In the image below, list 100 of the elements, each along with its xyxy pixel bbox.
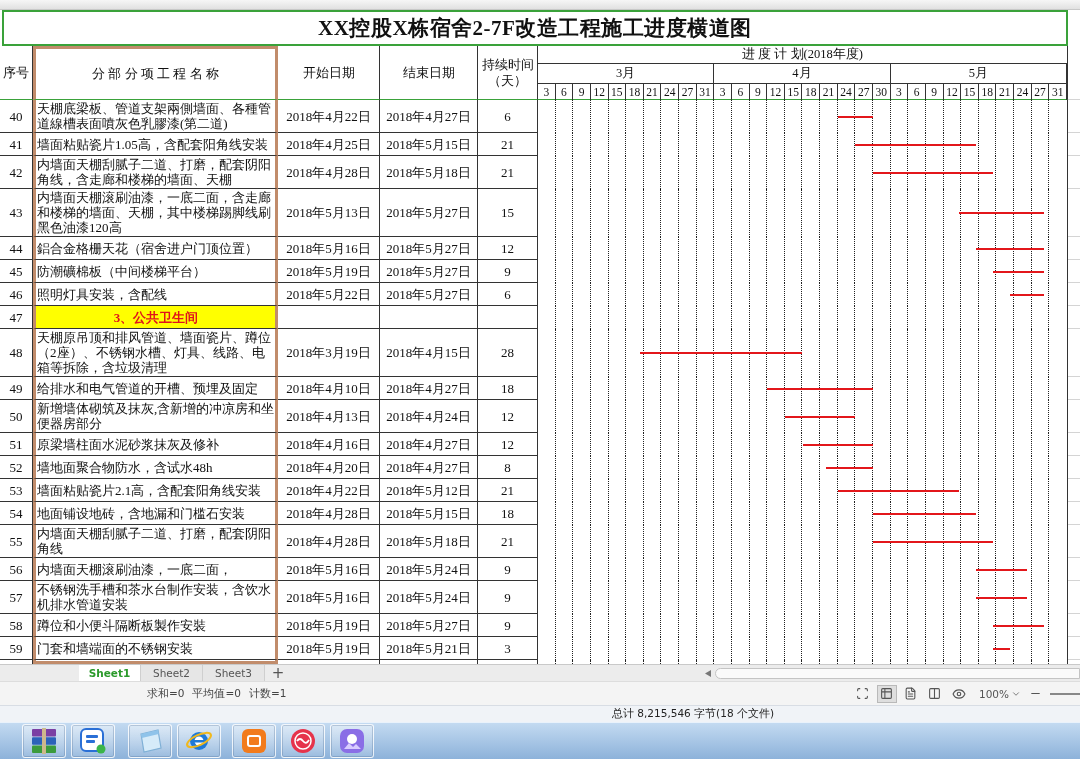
day-header: 15 <box>961 83 979 100</box>
scroll-left-icon[interactable] <box>705 669 711 677</box>
taskbar-button[interactable] <box>22 724 66 758</box>
table-cell: 2018年4月16日 <box>278 433 380 456</box>
table-cell: 51 <box>0 433 33 456</box>
table-cell: 57 <box>0 581 33 614</box>
table-cell: 44 <box>0 237 33 260</box>
table-cell: 48 <box>0 329 33 377</box>
table-cell: 2018年4月22日 <box>278 100 380 133</box>
table-cell: 28 <box>478 329 538 377</box>
table-cell: 2018年5月13日 <box>278 189 380 237</box>
taskbar-button[interactable] <box>71 724 115 758</box>
table-cell: 2018年4月22日 <box>278 479 380 502</box>
table-cell: 2018年5月27日 <box>380 189 478 237</box>
table-cell: 内墙面天棚滚刷油漆，一底二面，含走廊和楼梯的墙面、天棚，其中楼梯踢脚线刷黑色油漆120高 <box>33 189 278 237</box>
sheet-tab[interactable]: Sheet3 <box>203 665 265 681</box>
day-header: 27 <box>855 83 874 100</box>
table-cell: 6 <box>478 100 538 133</box>
taskbar-button[interactable] <box>177 724 221 758</box>
table-cell: 2018年5月12日 <box>380 479 478 502</box>
table-cell: 天棚底梁板、管道支架兩側墙面、各種管道線槽表面噴灰色乳膠漆(第二道) <box>33 100 278 133</box>
table-cell: 42 <box>0 156 33 189</box>
books-icon <box>30 728 58 754</box>
table-cell: 内墙面天棚滚刷油漆，一底二面， <box>33 558 278 581</box>
day-header: 12 <box>943 83 962 100</box>
gantt-bar <box>837 115 874 118</box>
card-icon <box>241 728 267 754</box>
taskbar-button[interactable] <box>281 724 325 758</box>
sheet-tab[interactable]: Sheet2 <box>141 665 203 681</box>
table-cell: 21 <box>478 133 538 156</box>
day-header: 15 <box>608 83 627 100</box>
column-header: 持续时间（天） <box>478 46 538 100</box>
table-cell: 2018年5月18日 <box>380 156 478 189</box>
table-cell: 2018年4月28日 <box>278 502 380 525</box>
table-cell: 55 <box>0 525 33 558</box>
gantt-bar <box>802 443 874 446</box>
table-cell: 2018年4月25日 <box>278 133 380 156</box>
table-cell: 9 <box>478 614 538 637</box>
table-cell: 58 <box>0 614 33 637</box>
table-cell: 蹲位和小便斗隔断板製作安裝 <box>33 614 278 637</box>
table-cell: 2018年3月19日 <box>278 329 380 377</box>
zoom-slider-track[interactable] <box>1050 692 1080 695</box>
table-cell: 6 <box>478 283 538 306</box>
day-header: 31 <box>696 83 715 100</box>
table-cell: 21 <box>478 479 538 502</box>
gantt-bar <box>993 270 1045 273</box>
add-sheet-button[interactable]: + <box>267 665 289 681</box>
photo-app-icon <box>339 728 365 754</box>
table-cell: 新增墙体砌筑及抹灰,含新增的冲凉房和坐便器房部分 <box>33 400 278 433</box>
app-tile-icon <box>80 728 106 754</box>
wave-circle-icon <box>290 728 316 754</box>
day-header: 21 <box>643 83 662 100</box>
view-button[interactable] <box>876 684 897 703</box>
day-header: 27 <box>1031 83 1050 100</box>
zoom-level[interactable]: 100% <box>978 687 1009 700</box>
table-cell: 2018年5月27日 <box>380 283 478 306</box>
day-header: 18 <box>978 83 997 100</box>
fullscreen-icon <box>856 687 870 700</box>
table-cell: 2018年4月27日 <box>380 433 478 456</box>
day-header: 24 <box>837 83 856 100</box>
table-cell: 2018年5月15日 <box>380 502 478 525</box>
table-cell: 21 <box>478 156 538 189</box>
sheet-tab[interactable]: Sheet1 <box>79 665 141 681</box>
table-cell: 鋁合金格栅天花（宿舍进户门顶位置） <box>33 237 278 260</box>
day-header: 18 <box>626 83 644 100</box>
table-cell: 54 <box>0 502 33 525</box>
day-header: 9 <box>749 83 768 100</box>
taskbar-button[interactable] <box>232 724 276 758</box>
horizontal-scrollbar[interactable] <box>715 667 1080 679</box>
taskbar-button[interactable] <box>330 724 374 758</box>
gantt-bar <box>993 624 1045 627</box>
month-header: 3月 <box>538 63 715 83</box>
gantt-bar <box>784 415 856 418</box>
table-cell: 46 <box>0 283 33 306</box>
empty-cell <box>478 306 538 329</box>
table-cell: 门套和墙端面的不锈钢安装 <box>33 637 278 660</box>
table-cell: 2018年5月24日 <box>380 581 478 614</box>
day-header: 21 <box>996 83 1015 100</box>
column-header: 结束日期 <box>380 46 478 100</box>
status-text: 求和=0 <box>147 686 185 701</box>
table-cell: 43 <box>0 189 33 237</box>
table-cell: 9 <box>478 581 538 614</box>
table-cell: 给排水和电气管道的开槽、预埋及固定 <box>33 377 278 400</box>
table-cell: 41 <box>0 133 33 156</box>
day-header: 9 <box>573 83 591 100</box>
day-header: 27 <box>679 83 697 100</box>
table-cell: 2018年4月27日 <box>380 377 478 400</box>
table-cell: 52 <box>0 456 33 479</box>
month-header: 5月 <box>890 63 1067 83</box>
section-heading: 3、公共卫生间 <box>33 306 278 329</box>
status-text: 平均值=0 <box>192 686 241 701</box>
status-text: 计数=1 <box>248 686 287 701</box>
day-header: 3 <box>538 83 556 100</box>
sheet-title: XX控股X栋宿舍2-7F改造工程施工进度横道图 <box>2 10 1068 46</box>
gantt-bar <box>826 466 873 469</box>
table-cell: 2018年5月27日 <box>380 260 478 283</box>
table-cell: 56 <box>0 558 33 581</box>
day-header: 12 <box>590 83 609 100</box>
table-cell: 墙地面聚合物防水，含试水48h <box>33 456 278 479</box>
table-cell: 2018年5月15日 <box>380 133 478 156</box>
